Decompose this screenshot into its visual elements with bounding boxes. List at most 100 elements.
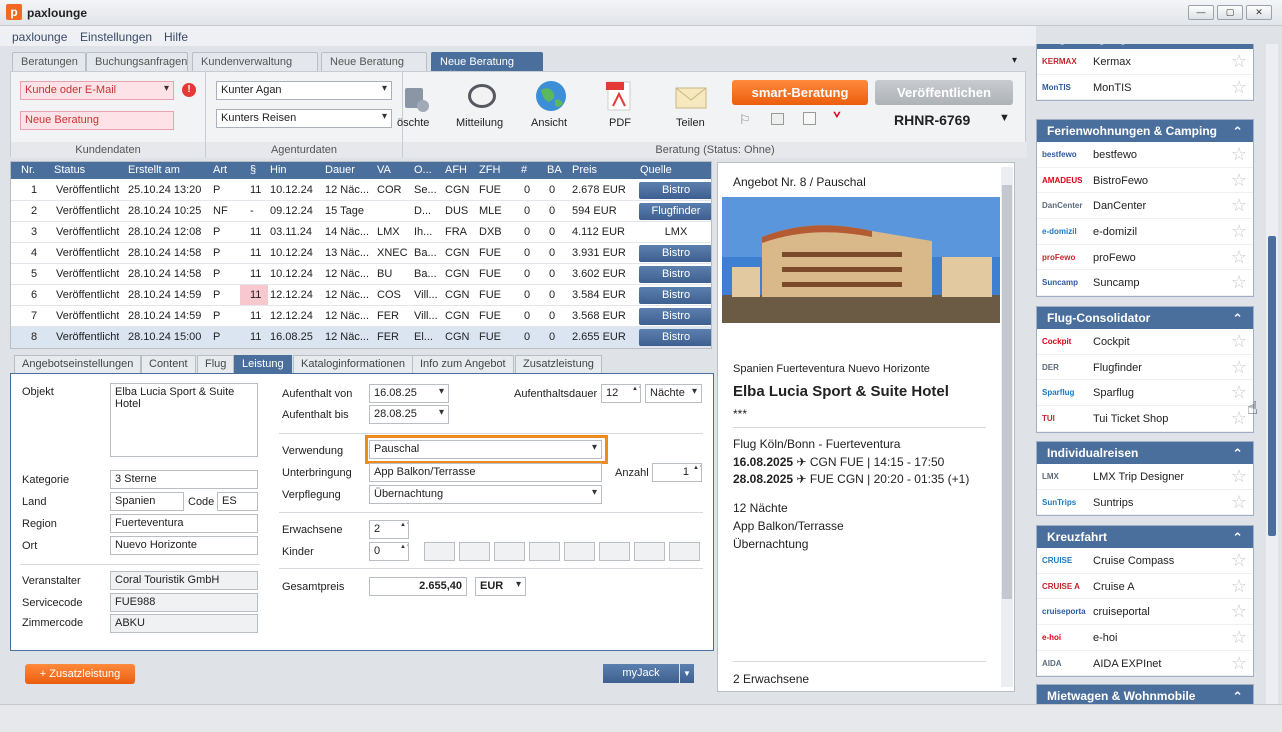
provider-item[interactable]: TUI Tui Ticket Shop ☆ [1037, 406, 1253, 432]
tui-icon[interactable]: ᘁ [833, 110, 841, 127]
menu-hilfe[interactable]: Hilfe [164, 30, 188, 44]
col-art[interactable]: Art [213, 164, 227, 176]
subtab-content[interactable]: Content [141, 355, 196, 373]
source-button[interactable]: Bistro [639, 245, 711, 262]
teilen-action[interactable]: Teilen [671, 80, 711, 130]
favorite-star-icon[interactable]: ☆ [1231, 145, 1247, 163]
category-header[interactable]: Ferienwohnungen & Camping [1037, 120, 1253, 142]
col-paragraph[interactable]: § [250, 164, 256, 176]
tab-kundenverwaltung[interactable]: Kundenverwaltung [192, 52, 318, 71]
tab-neue-beratung-active[interactable]: Neue Beratung ✖ [431, 52, 543, 81]
close-button[interactable]: ✕ [1246, 5, 1272, 20]
favorite-star-icon[interactable]: ☆ [1231, 493, 1247, 511]
provider-item[interactable]: CRUISE A Cruise A ☆ [1037, 574, 1253, 600]
source-button[interactable]: Bistro [639, 308, 711, 325]
favorite-star-icon[interactable]: ☆ [1231, 171, 1247, 189]
favorite-star-icon[interactable]: ☆ [1231, 332, 1247, 350]
maximize-button[interactable]: ▢ [1217, 5, 1243, 20]
category-header[interactable]: Kreuzfahrt [1037, 526, 1253, 548]
favorite-star-icon[interactable]: ☆ [1231, 577, 1247, 595]
myjack-dropdown-icon[interactable]: ▼ [680, 664, 694, 683]
bis-date-picker[interactable]: 28.08.25 [369, 405, 449, 424]
region-field[interactable]: Fuerteventura [110, 514, 258, 533]
subtab-flug[interactable]: Flug [197, 355, 235, 373]
table-row[interactable]: 3 Veröffentlicht 28.10.24 12:08 P 11 03.11.24… [11, 222, 711, 243]
minimize-button[interactable]: — [1188, 5, 1214, 20]
tab-neue-beratung-1[interactable]: Neue Beratung [321, 52, 427, 71]
table-row[interactable]: 5 Veröffentlicht 28.10.24 14:58 P 11 10.12.24… [11, 264, 711, 285]
kategorie-field[interactable]: 3 Sterne [110, 470, 258, 489]
verpflegung-select[interactable]: Übernachtung [369, 485, 602, 504]
favorite-star-icon[interactable]: ☆ [1231, 196, 1247, 214]
calendar-icon[interactable] [803, 112, 816, 125]
tab-buchungsanfragen[interactable]: Buchungsanfragen [86, 52, 188, 71]
provider-item[interactable]: e-hoi e-hoi ☆ [1037, 625, 1253, 651]
provider-item[interactable]: AIDA AIDA EXPInet ☆ [1037, 651, 1253, 677]
favorite-star-icon[interactable]: ☆ [1231, 467, 1247, 485]
provider-item[interactable]: Sparflug Sparflug ☆ [1037, 380, 1253, 407]
provider-item[interactable]: CRUISE Cruise Compass ☆ [1037, 548, 1253, 574]
publish-button[interactable]: Veröffentlichen [875, 80, 1013, 105]
table-row[interactable]: 7 Veröffentlicht 28.10.24 14:59 P 11 12.12.24… [11, 306, 711, 327]
favorite-star-icon[interactable]: ☆ [1231, 628, 1247, 646]
favorite-star-icon[interactable]: ☆ [1231, 52, 1247, 70]
subtab-zusatzleistung[interactable]: Zusatzleistung [515, 355, 602, 373]
favorite-star-icon[interactable]: ☆ [1231, 551, 1247, 569]
col-preis[interactable]: Preis [572, 164, 597, 176]
code-dropdown-icon[interactable]: ▼ [999, 112, 1010, 124]
col-dauer[interactable]: Dauer [325, 164, 355, 176]
provider-item[interactable]: Cockpit Cockpit ☆ [1037, 329, 1253, 355]
table-row[interactable]: 8 Veröffentlicht 28.10.24 15:00 P 11 16.08.25… [11, 327, 711, 348]
pdf-action[interactable]: PDF [601, 80, 637, 130]
child-age-field[interactable] [669, 542, 700, 561]
child-age-field[interactable] [424, 542, 455, 561]
child-age-field[interactable] [634, 542, 665, 561]
menu-einstellungen[interactable]: Einstellungen [80, 30, 152, 44]
source-button[interactable]: Bistro [639, 266, 711, 283]
subtab-info-zum-angebot[interactable]: Info zum Angebot [412, 355, 514, 373]
col-status[interactable]: Status [54, 164, 85, 176]
source-button[interactable]: Bistro [639, 287, 711, 304]
favorite-star-icon[interactable]: ☆ [1231, 654, 1247, 672]
consultation-name-input[interactable]: Neue Beratung [20, 111, 174, 130]
land-field[interactable]: Spanien [110, 492, 184, 511]
verwendung-select[interactable]: Pauschal [369, 440, 602, 459]
provider-item[interactable]: MonTIS MonTIS ☆ [1037, 75, 1253, 101]
child-age-field[interactable] [459, 542, 490, 561]
favorite-star-icon[interactable]: ☆ [1231, 248, 1247, 266]
col-hin[interactable]: Hin [270, 164, 287, 176]
subtab-kataloginformationen[interactable]: Kataloginformationen [293, 355, 413, 373]
favorite-star-icon[interactable]: ☆ [1231, 273, 1247, 291]
favorite-star-icon[interactable]: ☆ [1231, 78, 1247, 96]
erwachsene-stepper[interactable]: 2 [369, 520, 409, 539]
code-field[interactable]: ES [217, 492, 258, 511]
objekt-field[interactable]: Elba Lucia Sport & Suite Hotel [110, 383, 258, 457]
col-afh[interactable]: AFH [445, 164, 467, 176]
col-quelle[interactable]: Quelle [640, 164, 672, 176]
customer-search-input[interactable]: Kunde oder E-Mail [20, 81, 174, 100]
offer-scrollbar[interactable] [1001, 167, 1013, 687]
menu-paxlounge[interactable]: paxlounge [12, 30, 67, 44]
provider-item[interactable]: LMX LMX Trip Designer ☆ [1037, 464, 1253, 490]
delete-action[interactable]: öschte [397, 80, 437, 130]
category-header[interactable]: Individualreisen [1037, 442, 1253, 464]
subtab-leistung[interactable]: Leistung [234, 355, 292, 373]
category-header[interactable]: Flug-Consolidator [1037, 307, 1253, 329]
kinder-stepper[interactable]: 0 [369, 542, 409, 561]
unterbringung-field[interactable]: App Balkon/Terrasse [369, 463, 602, 482]
agency-select[interactable]: Kunters Reisen [216, 109, 392, 128]
col-erstellt[interactable]: Erstellt am [128, 164, 180, 176]
child-age-field[interactable] [564, 542, 595, 561]
source-button[interactable]: Bistro [639, 182, 711, 199]
flag-icon[interactable]: ⚐ [739, 112, 751, 128]
child-age-field[interactable] [599, 542, 630, 561]
provider-item[interactable]: proFewo proFewo ☆ [1037, 245, 1253, 271]
ort-field[interactable]: Nuevo Horizonte [110, 536, 258, 555]
anzahl-stepper[interactable]: 1 [652, 463, 702, 482]
add-zusatzleistung-button[interactable]: + Zusatzleistung [25, 664, 135, 684]
favorite-star-icon[interactable]: ☆ [1231, 383, 1247, 401]
col-nr[interactable]: Nr. [21, 164, 35, 176]
tab-beratungen[interactable]: Beratungen [12, 52, 86, 71]
mitteilung-action[interactable]: Mitteilung [452, 80, 512, 130]
child-age-field[interactable] [494, 542, 525, 561]
